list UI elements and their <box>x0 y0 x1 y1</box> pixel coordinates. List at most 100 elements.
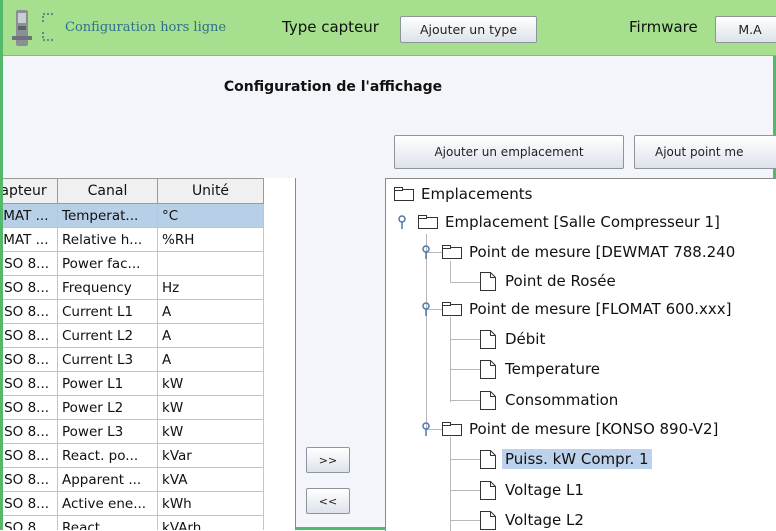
cell-capteur: VMAT ... <box>3 203 58 228</box>
tree-node-measure-point[interactable]: Point de mesure [KONSO 890-V2] <box>442 416 721 442</box>
table-row[interactable]: NSO 8...Power L1kW <box>3 371 264 396</box>
table-row[interactable]: VMAT ...Relative h...%RH <box>3 227 264 252</box>
add-location-button[interactable]: Ajouter un emplacement <box>394 135 624 169</box>
tree-node-label: Emplacements <box>421 185 533 203</box>
document-icon <box>480 329 496 349</box>
tree-node-location[interactable]: Emplacement [Salle Compresseur 1] <box>418 209 723 235</box>
cell-unite: kWh <box>157 491 264 516</box>
table-header: apteur Canal Unité <box>3 178 264 204</box>
cell-unite: kVar <box>157 443 264 468</box>
cell-capteur: NSO 8... <box>3 323 58 348</box>
tree-node-label: Point de Rosée <box>505 272 616 290</box>
cell-capteur: NSO 8... <box>3 275 58 300</box>
expander-point1-icon[interactable] <box>421 245 431 259</box>
app-title: Configuration hors ligne <box>65 20 227 35</box>
cell-canal: Current L1 <box>57 299 158 324</box>
type-capteur-label: Type capteur <box>282 18 379 36</box>
cell-unite: kVArh <box>157 515 264 530</box>
add-measure-point-button[interactable]: Ajout point me <box>634 135 776 169</box>
cell-unite: A <box>157 323 264 348</box>
location-tree: Emplacements Emplacement [Salle Compress… <box>385 178 776 531</box>
cell-capteur: VMAT ... <box>3 227 58 252</box>
tree-node-label: Puiss. kW Compr. 1 <box>502 449 652 469</box>
table-row[interactable]: NSO 8...Active ene...kWh <box>3 491 264 516</box>
tree-node-label: Point de mesure [DEWMAT 788.240 <box>469 243 736 261</box>
folder-icon <box>442 422 462 436</box>
cell-canal: Power L2 <box>57 395 158 420</box>
firmware-button[interactable]: M.A <box>715 16 776 43</box>
table-row[interactable]: VMAT ...Temperat...°C <box>3 203 264 228</box>
cell-capteur: NSO 8... <box>3 467 58 492</box>
cell-canal: Power L1 <box>57 371 158 396</box>
move-left-button[interactable]: << <box>306 488 350 514</box>
cell-unite: %RH <box>157 227 264 252</box>
top-toolbar: Configuration hors ligne Type capteur Aj… <box>3 0 776 56</box>
tree-node-root[interactable]: Emplacements <box>394 181 536 207</box>
cell-canal: Frequency <box>57 275 158 300</box>
cell-capteur: NSO 8... <box>3 515 58 530</box>
tree-node-channel[interactable]: Débit <box>480 326 548 352</box>
table-row[interactable]: NSO 8...React. po...kVar <box>3 443 264 468</box>
document-icon <box>480 271 496 291</box>
cell-canal: Power L3 <box>57 419 158 444</box>
cell-unite: A <box>157 347 264 372</box>
folder-icon <box>442 245 462 259</box>
add-type-button[interactable]: Ajouter un type <box>400 16 537 43</box>
cell-unite: °C <box>157 203 264 228</box>
cell-unite: kVA <box>157 467 264 492</box>
cell-canal: React... <box>57 515 158 530</box>
tree-node-label: Point de mesure [KONSO 890-V2] <box>469 420 719 438</box>
move-right-button[interactable]: >> <box>306 447 350 473</box>
table-row[interactable]: NSO 8...Apparent ...kVA <box>3 467 264 492</box>
tree-node-channel[interactable]: Voltage L2 <box>480 507 587 531</box>
table-row[interactable]: NSO 8...Power L2kW <box>3 395 264 420</box>
cell-unite: A <box>157 299 264 324</box>
document-icon <box>480 480 496 500</box>
tree-node-channel[interactable]: Temperature <box>480 356 603 382</box>
column-header-canal[interactable]: Canal <box>57 178 158 204</box>
tree-node-label: Consommation <box>505 391 619 409</box>
sensor-device-icon <box>12 10 32 46</box>
expander-point3-icon[interactable] <box>421 422 431 436</box>
tree-node-label: Emplacement [Salle Compresseur 1] <box>445 213 720 231</box>
column-header-capteur[interactable]: apteur <box>3 178 58 204</box>
channel-table: apteur Canal Unité VMAT ...Temperat...°C… <box>3 178 296 530</box>
cell-unite <box>157 251 264 276</box>
table-row[interactable]: NSO 8...React...kVArh <box>3 515 264 530</box>
firmware-label: Firmware <box>629 18 698 36</box>
table-row[interactable]: NSO 8...Power fac... <box>3 251 264 276</box>
table-row[interactable]: NSO 8...Power L3kW <box>3 419 264 444</box>
cell-unite: kW <box>157 419 264 444</box>
expander-point2-icon[interactable] <box>421 302 431 316</box>
cell-capteur: NSO 8... <box>3 347 58 372</box>
folder-icon <box>418 215 438 229</box>
table-row[interactable]: NSO 8...Current L3A <box>3 347 264 372</box>
cell-canal: React. po... <box>57 443 158 468</box>
tree-node-channel[interactable]: Voltage L1 <box>480 477 587 503</box>
cell-canal: Current L2 <box>57 323 158 348</box>
table-row[interactable]: NSO 8...FrequencyHz <box>3 275 264 300</box>
table-row[interactable]: NSO 8...Current L1A <box>3 299 264 324</box>
column-header-unite[interactable]: Unité <box>157 178 264 204</box>
cell-capteur: NSO 8... <box>3 299 58 324</box>
expander-location-icon[interactable] <box>397 215 407 229</box>
document-icon <box>480 510 496 530</box>
tree-node-measure-point[interactable]: Point de mesure [FLOMAT 600.xxx] <box>442 296 735 322</box>
document-icon <box>480 359 496 379</box>
cell-canal: Current L3 <box>57 347 158 372</box>
tree-node-label: Point de mesure [FLOMAT 600.xxx] <box>469 300 732 318</box>
tree-node-channel[interactable]: Point de Rosée <box>480 268 619 294</box>
cell-unite: Hz <box>157 275 264 300</box>
tree-node-channel-selected[interactable]: Puiss. kW Compr. 1 <box>480 446 652 472</box>
cell-capteur: NSO 8... <box>3 251 58 276</box>
document-icon <box>480 390 496 410</box>
document-icon <box>480 449 496 469</box>
table-row[interactable]: NSO 8...Current L2A <box>3 323 264 348</box>
cell-capteur: NSO 8... <box>3 395 58 420</box>
cell-capteur: NSO 8... <box>3 491 58 516</box>
tree-node-channel[interactable]: Consommation <box>480 387 621 413</box>
tree-node-measure-point[interactable]: Point de mesure [DEWMAT 788.240 <box>442 239 738 265</box>
cell-unite: kW <box>157 371 264 396</box>
cell-canal: Apparent ... <box>57 467 158 492</box>
cell-capteur: NSO 8... <box>3 419 58 444</box>
